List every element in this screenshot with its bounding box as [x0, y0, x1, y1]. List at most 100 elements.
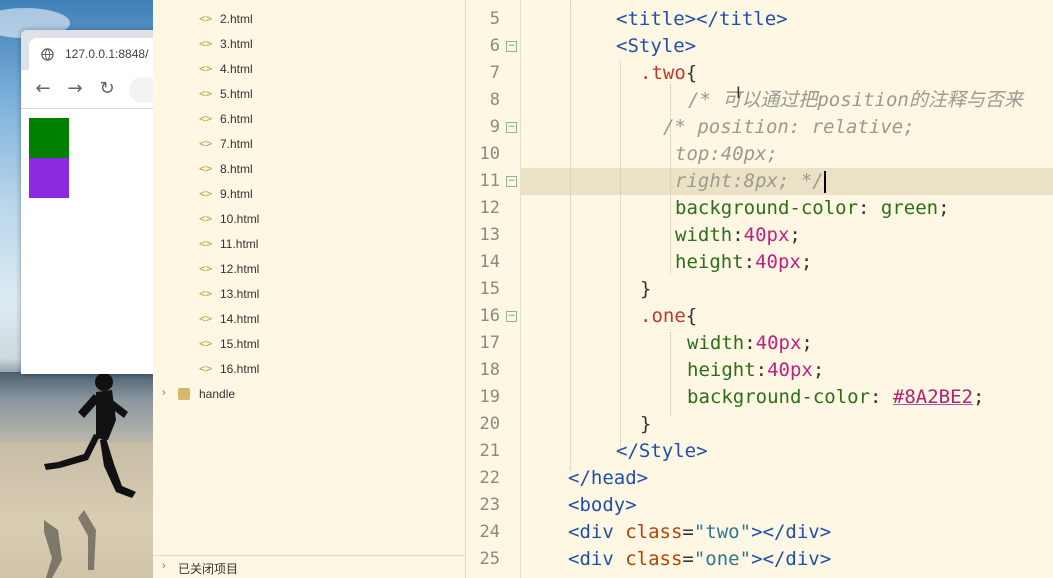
- line-number: 22: [479, 468, 500, 488]
- html-file-icon: <>: [199, 62, 213, 75]
- html-file-icon: <>: [199, 162, 213, 175]
- file-label: 10.html: [220, 212, 260, 226]
- file-label: 9.html: [220, 187, 253, 201]
- code-line: width:40px;: [675, 224, 801, 246]
- file-item[interactable]: <> 10.html: [153, 208, 465, 233]
- line-number: 15: [479, 279, 500, 299]
- code-line: width:40px;: [687, 332, 813, 354]
- line-number: 20: [479, 414, 500, 434]
- code-area[interactable]: <title></title> <Style> .two{ /* 可以通过把po…: [520, 0, 1053, 578]
- line-number: 25: [479, 549, 500, 569]
- code-line: /* 可以通过把position的注释与否来: [688, 89, 1023, 111]
- back-arrow-icon[interactable]: ←: [33, 79, 53, 99]
- line-number: 16: [479, 306, 500, 326]
- folder-label: handle: [199, 387, 236, 401]
- fold-toggle-icon[interactable]: −: [506, 176, 517, 187]
- code-line: </head>: [568, 467, 649, 489]
- code-line: <title></title>: [616, 8, 788, 30]
- html-file-icon: <>: [199, 337, 213, 350]
- html-file-icon: <>: [199, 12, 213, 25]
- html-file-icon: <>: [199, 312, 213, 325]
- code-line: <body>: [568, 494, 637, 516]
- file-item[interactable]: <> 5.html: [153, 83, 465, 108]
- browser-tabstrip: 127.0.0.1:8848/: [21, 30, 153, 70]
- html-file-icon: <>: [199, 187, 213, 200]
- line-number: 12: [479, 198, 500, 218]
- fold-toggle-icon[interactable]: −: [506, 311, 517, 322]
- file-label: 5.html: [220, 87, 253, 101]
- file-label: 16.html: [220, 362, 260, 376]
- file-item[interactable]: <> 16.html: [153, 358, 465, 383]
- project-tree: <> 2.html <> 3.html <> 4.html <> 5.html <> 6.html…: [153, 0, 466, 578]
- file-item[interactable]: <> 3.html: [153, 33, 465, 58]
- folder-icon: [178, 388, 190, 400]
- browser-tab[interactable]: 127.0.0.1:8848/: [29, 38, 153, 70]
- line-number: 14: [479, 252, 500, 272]
- closed-projects[interactable]: › 已关闭项目: [153, 555, 465, 578]
- code-line: .one{: [640, 305, 698, 327]
- code-line: /* position: relative;: [663, 116, 915, 138]
- html-file-icon: <>: [199, 262, 213, 275]
- chevron-right-icon[interactable]: ›: [162, 560, 166, 572]
- closed-projects-label: 已关闭项目: [178, 562, 239, 576]
- chevron-right-icon[interactable]: ›: [162, 387, 166, 399]
- line-number: 7: [489, 63, 500, 83]
- file-label: 12.html: [220, 262, 260, 276]
- html-file-icon: <>: [199, 137, 213, 150]
- line-number: 13: [479, 225, 500, 245]
- file-label: 14.html: [220, 312, 260, 326]
- file-label: 2.html: [220, 12, 253, 26]
- line-number: 5: [489, 9, 500, 29]
- line-number: 8: [489, 90, 500, 110]
- line-number: 23: [479, 495, 500, 515]
- code-line: <Style>: [616, 35, 697, 57]
- file-label: 4.html: [220, 62, 253, 76]
- file-label: 8.html: [220, 162, 253, 176]
- rendered-div-two: [29, 118, 69, 158]
- code-line: <div class="two"></div>: [568, 521, 832, 543]
- file-item[interactable]: <> 12.html: [153, 258, 465, 283]
- code-line: background-color: green;: [675, 197, 950, 219]
- code-line-current: right:8px; */: [675, 170, 826, 193]
- line-number: 11: [479, 171, 500, 191]
- code-line: }: [640, 413, 652, 435]
- rendered-div-one: [29, 158, 69, 198]
- code-line: height:40px;: [687, 359, 825, 381]
- file-item[interactable]: <> 7.html: [153, 133, 465, 158]
- line-number: 10: [479, 144, 500, 164]
- runner-silhouette: [44, 373, 136, 578]
- line-number: 21: [479, 441, 500, 461]
- fold-toggle-icon[interactable]: −: [506, 41, 517, 52]
- forward-arrow-icon[interactable]: →: [65, 79, 85, 99]
- file-item[interactable]: <> 4.html: [153, 58, 465, 83]
- file-item[interactable]: <> 15.html: [153, 333, 465, 358]
- html-file-icon: <>: [199, 362, 213, 375]
- address-url[interactable]: 127.0.0.1:8848/: [65, 47, 148, 61]
- folder-handle[interactable]: › handle: [153, 383, 465, 408]
- html-file-icon: <>: [199, 287, 213, 300]
- file-item[interactable]: <> 2.html: [153, 8, 465, 33]
- file-item[interactable]: <> 9.html: [153, 183, 465, 208]
- code-line: .two{: [640, 62, 698, 84]
- site-info-icon[interactable]: [129, 77, 153, 103]
- file-item[interactable]: <> 11.html: [153, 233, 465, 258]
- file-item[interactable]: <> 14.html: [153, 308, 465, 333]
- code-editor[interactable]: 5 6−7 8 9−10 11−12 13 14 15 16−17 18 19 20 21 22 23 24 2…: [466, 0, 1053, 578]
- file-label: 6.html: [220, 112, 253, 126]
- file-label: 7.html: [220, 137, 253, 151]
- file-item[interactable]: <> 13.html: [153, 283, 465, 308]
- line-number: 24: [479, 522, 500, 542]
- file-item[interactable]: <> 6.html: [153, 108, 465, 133]
- file-item[interactable]: <> 8.html: [153, 158, 465, 183]
- code-line: <div class="one"></div>: [568, 548, 832, 570]
- code-line: background-color: #8A2BE2;: [687, 386, 985, 408]
- reload-icon[interactable]: ↻: [97, 79, 117, 99]
- code-line: height:40px;: [675, 251, 813, 273]
- line-gutter: 5 6−7 8 9−10 11−12 13 14 15 16−17 18 19 20 21 22 23 24 2…: [466, 0, 521, 578]
- fold-toggle-icon[interactable]: −: [506, 122, 517, 133]
- code-line: }: [640, 278, 652, 300]
- code-line: </Style>: [616, 440, 708, 462]
- line-number: 6: [489, 36, 500, 56]
- file-label: 13.html: [220, 287, 260, 301]
- desktop-wallpaper: 127.0.0.1:8848/ ← → ↻: [0, 0, 153, 578]
